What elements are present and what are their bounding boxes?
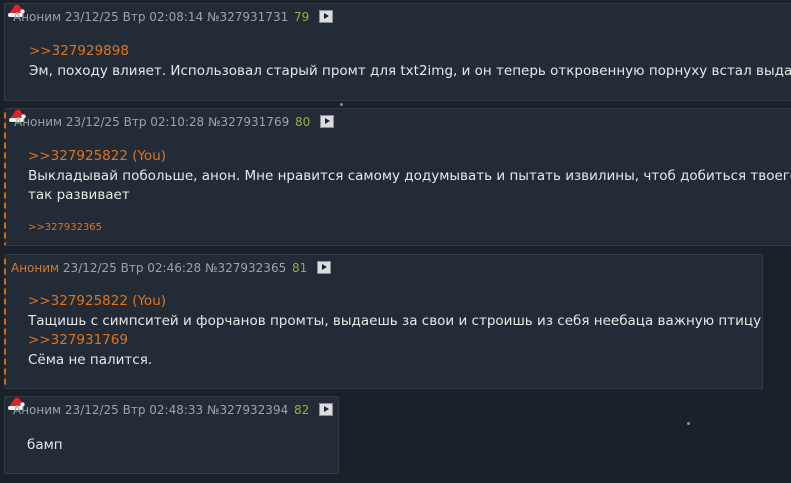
post-body: >>327925822 (You) Тащишь с симпситей и ф… (28, 292, 763, 370)
post-count: 79 (294, 10, 310, 24)
snowflake (340, 103, 343, 106)
expand-icon[interactable] (319, 10, 334, 23)
post-header: Аноним 23/12/25 Втр 02:46:28 №327932365 … (11, 261, 332, 275)
post-count: 82 (294, 403, 310, 417)
post-count: 81 (292, 261, 308, 275)
post-datetime: 23/12/25 Втр 02:08:14 (64, 10, 204, 24)
post-number[interactable]: №327931731 (207, 10, 288, 24)
post-body: бамп (27, 436, 63, 456)
expand-icon[interactable] (319, 403, 334, 416)
backlink[interactable]: >>327932365 (28, 222, 102, 233)
post-body: >>327925822 (You) Выкладывай побольше, а… (28, 147, 791, 206)
post: Аноним 23/12/25 Втр 02:10:28 №327931769 … (4, 108, 791, 246)
post-text: Эм, походу влияет. Использовал старый пр… (29, 62, 791, 79)
post-datetime: 23/12/25 Втр 02:46:28 (62, 261, 202, 275)
poster-name: Аноним (13, 10, 62, 24)
post-datetime: 23/12/25 Втр 02:10:28 (65, 115, 205, 129)
post-header: Аноним 23/12/25 Втр 02:10:28 №327931769 … (14, 115, 335, 129)
reply-link[interactable]: >>327925822 (You) (28, 147, 791, 167)
expand-icon[interactable] (317, 261, 332, 274)
post-text-line: Сёма не палится. (28, 351, 153, 368)
post-text: бамп (27, 437, 63, 453)
poster-name: Аноним (11, 261, 60, 275)
expand-icon[interactable] (320, 115, 335, 128)
post: Аноним 23/12/25 Втр 02:46:28 №327932365 … (4, 254, 763, 389)
poster-name: Аноним (13, 403, 62, 417)
post-header: Аноним 23/12/25 Втр 02:48:33 №327932394 … (13, 403, 334, 417)
poster-name: Аноним (14, 115, 63, 129)
post-text-line: Тащишь с симпситей и форчанов промты, вы… (28, 312, 763, 329)
post: Аноним 23/12/25 Втр 02:08:14 №327931731 … (4, 3, 791, 101)
reply-link[interactable]: >>327929898 (29, 42, 791, 62)
post-body: >>327929898 Эм, походу влияет. Использов… (29, 42, 791, 81)
snowflake (687, 422, 690, 425)
post-text-line: так развивает (28, 187, 130, 203)
reply-link[interactable]: >>327931769 (28, 331, 762, 351)
post-number[interactable]: №327932365 (205, 261, 286, 275)
post: Аноним 23/12/25 Втр 02:48:33 №327932394 … (4, 396, 339, 474)
post-number[interactable]: №327931769 (208, 115, 289, 129)
reply-link[interactable]: >>327925822 (You) (28, 292, 762, 312)
post-text-line: Выкладывай побольше, анон. Мне нравится … (28, 167, 791, 184)
post-header: Аноним 23/12/25 Втр 02:08:14 №327931731 … (13, 10, 334, 24)
post-datetime: 23/12/25 Втр 02:48:33 (64, 403, 204, 417)
post-number[interactable]: №327932394 (207, 403, 288, 417)
post-count: 80 (295, 115, 311, 129)
